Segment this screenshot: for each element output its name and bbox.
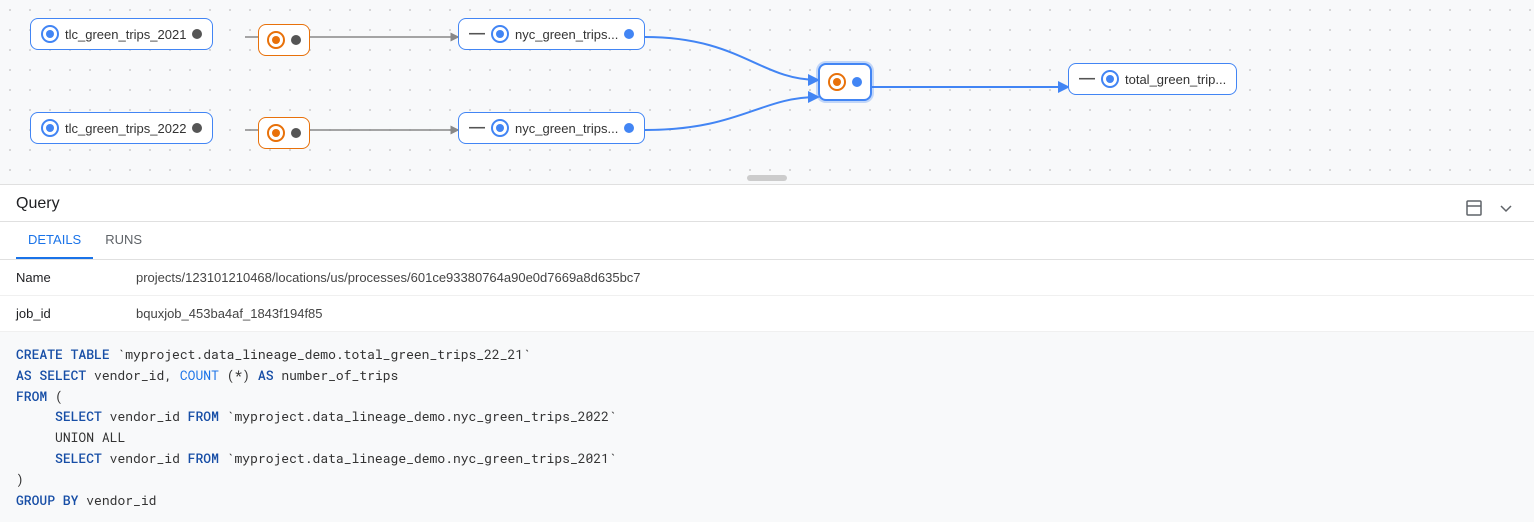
bottom-panel: Query DETAILS RUNS Name projects/1231012… <box>0 185 1534 522</box>
panel-header: Query <box>0 185 1534 222</box>
kw-from-2: FROM <box>188 449 219 467</box>
kw-as: AS <box>258 366 274 384</box>
code-line-3: FROM ( <box>16 386 1518 407</box>
node-nyc-green-trips-top[interactable]: — nyc_green_trips... <box>458 18 645 50</box>
panel-actions <box>1462 196 1518 220</box>
kw-from: FROM <box>16 387 47 405</box>
node-label: tlc_green_trips_2022 <box>65 121 186 136</box>
code-paren-open: ( <box>55 387 63 405</box>
dag-canvas: tlc_green_trips_2021 — nyc_green_trips..… <box>0 0 1534 185</box>
dash-icon: — <box>469 119 485 137</box>
drag-handle[interactable] <box>747 175 787 181</box>
node-label: nyc_green_trips... <box>515 27 618 42</box>
code-count-args: (*) <box>227 366 258 384</box>
node-total-green-trips[interactable]: — total_green_trip... <box>1068 63 1237 95</box>
code-line-7: ) <box>16 469 1518 490</box>
table-icon-blue <box>1101 70 1119 88</box>
collapse-icon[interactable] <box>1494 196 1518 220</box>
dash-icon: — <box>1079 70 1095 88</box>
details-value-name: projects/123101210468/locations/us/proce… <box>136 270 641 285</box>
table-icon-blue <box>41 25 59 43</box>
table-icon-blue <box>41 119 59 137</box>
node-nyc-green-trips-bottom[interactable]: — nyc_green_trips... <box>458 112 645 144</box>
code-line-4: SELECT vendor_id FROM `myproject.data_li… <box>16 406 1518 427</box>
code-count-fn: COUNT <box>180 366 219 384</box>
node-label: total_green_trip... <box>1125 72 1226 87</box>
details-label-jobid: job_id <box>16 306 136 321</box>
node-right-port <box>291 128 301 138</box>
node-tlc-green-trips-2022[interactable]: tlc_green_trips_2022 <box>30 112 213 144</box>
node-label: tlc_green_trips_2021 <box>65 27 186 42</box>
code-editor: CREATE TABLE `myproject.data_lineage_dem… <box>0 332 1534 522</box>
code-line-6: SELECT vendor_id FROM `myproject.data_li… <box>16 448 1518 469</box>
node-right-port-blue <box>852 77 862 87</box>
kw-select-1: SELECT <box>55 407 102 425</box>
node-right-port <box>192 123 202 133</box>
transform-icon-orange <box>267 124 285 142</box>
kw-as-select: AS SELECT <box>16 366 86 384</box>
transform-icon-orange <box>267 31 285 49</box>
code-line-5: UNION ALL <box>16 427 1518 448</box>
table-icon-blue <box>491 25 509 43</box>
code-number-of-trips: number_of_trips <box>281 366 398 384</box>
panel-title: Query <box>16 195 60 221</box>
details-row-name: Name projects/123101210468/locations/us/… <box>0 260 1534 296</box>
tab-details[interactable]: DETAILS <box>16 222 93 259</box>
code-line-8: GROUP BY vendor_id <box>16 490 1518 511</box>
code-table-2021: `myproject.data_lineage_demo.nyc_green_t… <box>227 449 617 467</box>
code-group-field: vendor_id <box>86 491 156 509</box>
details-row-jobid: job_id bquxjob_453ba4af_1843f194f85 <box>0 296 1534 332</box>
node-right-port-blue <box>624 29 634 39</box>
node-tlc-green-trips-2021[interactable]: tlc_green_trips_2021 <box>30 18 213 50</box>
kw-select-2: SELECT <box>55 449 102 467</box>
code-table-name: `myproject.data_lineage_demo.total_green… <box>117 345 530 363</box>
code-vendor-id: vendor_id, <box>94 366 180 384</box>
union-icon-orange <box>828 73 846 91</box>
node-right-port <box>192 29 202 39</box>
code-select-1-fields: vendor_id <box>110 407 188 425</box>
table-icon-blue <box>491 119 509 137</box>
details-table: Name projects/123101210468/locations/us/… <box>0 260 1534 332</box>
code-indent-4 <box>16 407 47 425</box>
node-union[interactable] <box>818 63 872 101</box>
dash-icon: — <box>469 25 485 43</box>
code-paren-close: ) <box>16 470 24 488</box>
kw-create: CREATE TABLE <box>16 345 110 363</box>
node-right-port-blue <box>624 123 634 133</box>
node-right-port <box>291 35 301 45</box>
kw-group-by: GROUP BY <box>16 491 78 509</box>
expand-icon[interactable] <box>1462 196 1486 220</box>
code-indent-5 <box>16 428 47 446</box>
code-select-2-fields: vendor_id <box>110 449 188 467</box>
kw-from-1: FROM <box>188 407 219 425</box>
tab-runs[interactable]: RUNS <box>93 222 154 259</box>
node-label: nyc_green_trips... <box>515 121 618 136</box>
code-union-all: UNION ALL <box>55 428 125 446</box>
details-label-name: Name <box>16 270 136 285</box>
code-line-1: CREATE TABLE `myproject.data_lineage_dem… <box>16 344 1518 365</box>
node-transform-1[interactable] <box>258 24 310 56</box>
dag-arrows <box>0 0 1534 184</box>
code-table-2022: `myproject.data_lineage_demo.nyc_green_t… <box>227 407 617 425</box>
code-line-2: AS SELECT vendor_id, COUNT (*) AS number… <box>16 365 1518 386</box>
code-indent-6 <box>16 449 47 467</box>
node-transform-2[interactable] <box>258 117 310 149</box>
details-value-jobid: bquxjob_453ba4af_1843f194f85 <box>136 306 323 321</box>
tabs-bar: DETAILS RUNS <box>0 222 1534 260</box>
